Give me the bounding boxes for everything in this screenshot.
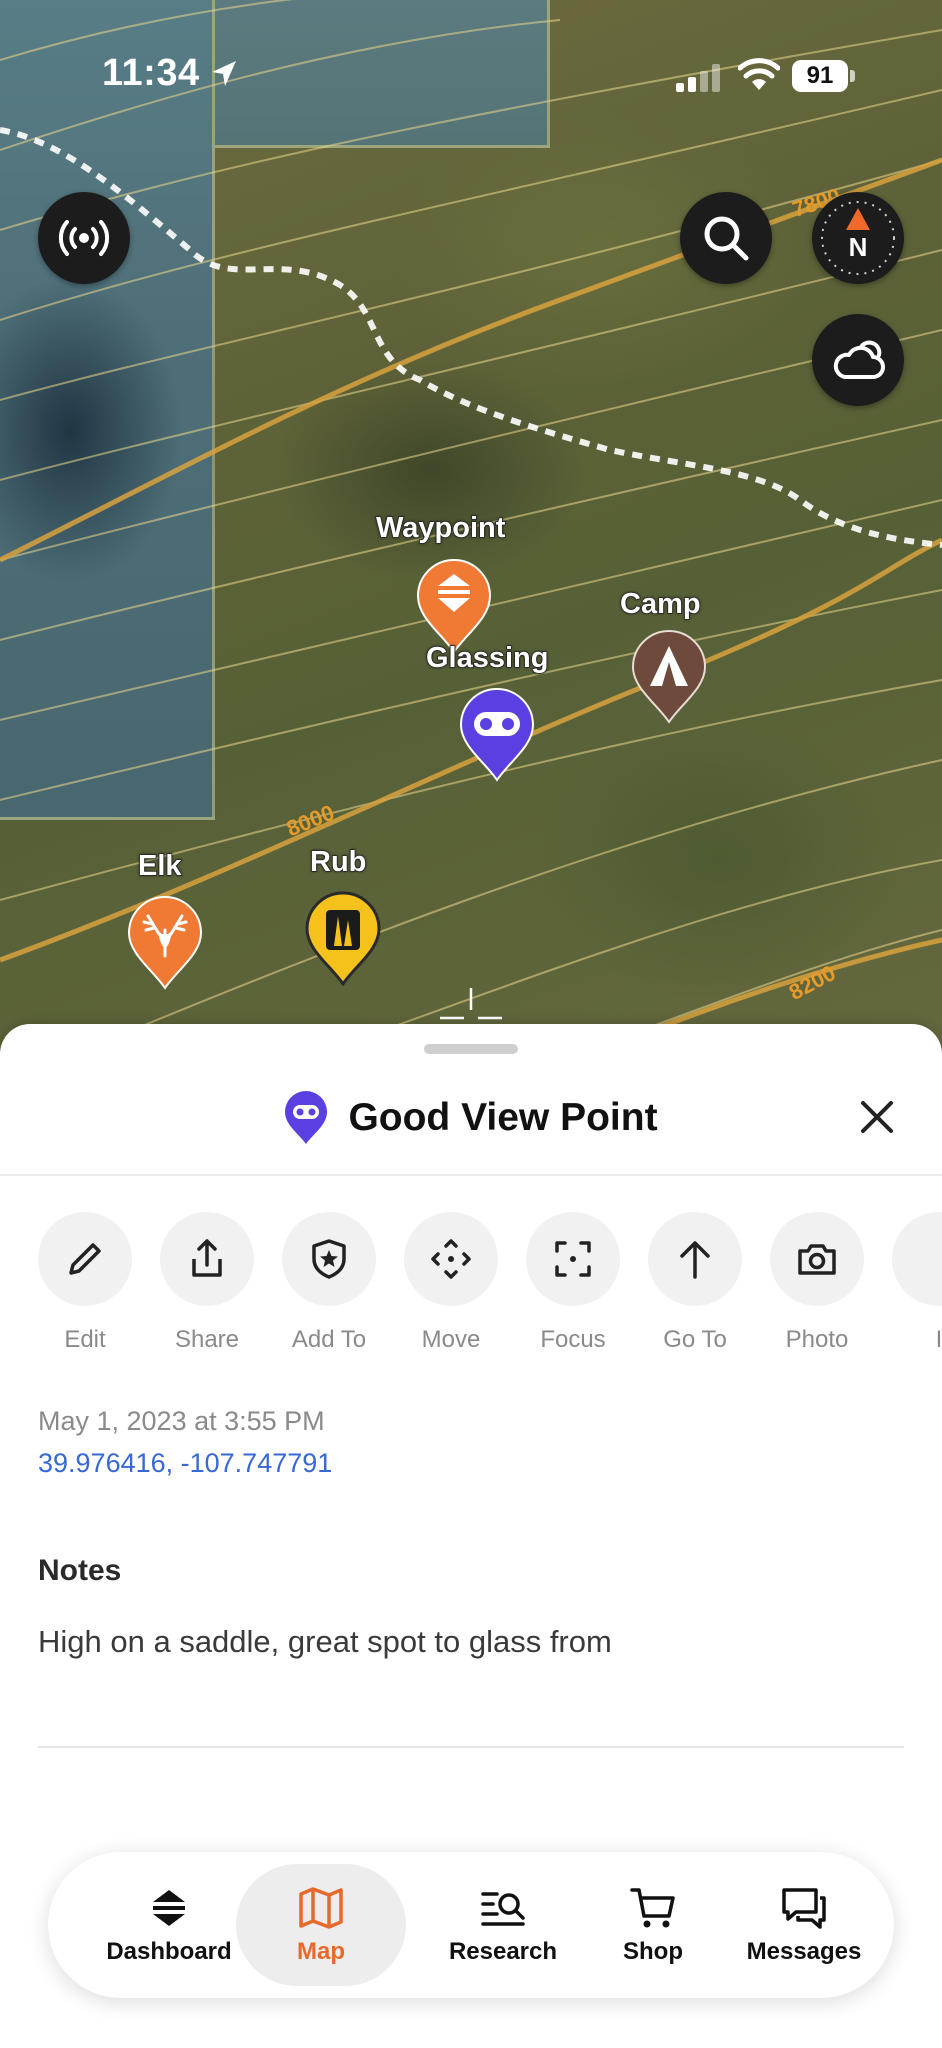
camera-icon [798,1244,836,1275]
crosshair-icon [440,988,502,1020]
pin-label-glassing: Glassing [425,641,549,675]
camp-pin[interactable] [630,628,708,724]
compass-button[interactable]: N [812,192,904,284]
battery-level: 91 [806,62,834,89]
map-icon [299,1887,343,1929]
rub-pin[interactable] [304,890,382,986]
action-label: Edit [64,1326,106,1353]
broadcast-button[interactable] [38,192,130,284]
status-bar: 11:34 91 [0,0,942,150]
edit-button[interactable]: Edit [38,1212,132,1354]
move-button[interactable]: Move [404,1212,498,1354]
divider [0,1174,942,1176]
pin-label-camp: Camp [619,587,701,621]
pin-label-waypoint: Waypoint [375,511,506,545]
wifi-icon [738,58,780,90]
action-label: Go To [663,1326,727,1353]
map-search-button[interactable] [680,192,772,284]
notes-text: High on a saddle, great spot to glass fr… [38,1624,612,1659]
tab-bar: Dashboard Map Research Shop Messages [48,1852,894,1998]
elk-pin[interactable] [126,894,204,990]
action-label: Photo [785,1326,849,1353]
sheet-title: Good View Point [348,1096,658,1139]
waypoint-pin[interactable] [414,556,494,654]
pencil-icon [69,1243,101,1275]
add-to-button[interactable]: Add To [282,1212,376,1354]
glassing-pin[interactable] [458,686,536,782]
pin-label-elk: Elk [137,849,182,883]
arrow-up-icon [680,1241,710,1279]
broadcast-icon [58,220,110,256]
tab-shop[interactable]: Shop [588,1864,718,1986]
notes-heading: Notes [38,1554,122,1587]
compass-north-label: N [849,232,868,262]
messages-icon [782,1888,826,1929]
pin-label-rub: Rub [309,845,367,879]
tab-label: Shop [623,1938,683,1965]
action-label: I [935,1326,942,1353]
tab-messages[interactable]: Messages [726,1864,882,1986]
binoculars-icon [474,712,520,736]
tab-research[interactable]: Research [418,1864,588,1986]
glassing-marker-icon [285,1091,328,1144]
battery-indicator: 91 [792,60,856,92]
divider [38,1746,904,1748]
share-button[interactable]: Share [160,1212,254,1354]
rub-icon [326,910,360,950]
action-label: Focus [540,1326,606,1353]
dashboard-icon [153,1890,185,1926]
sheet-grabber[interactable] [424,1044,518,1054]
tab-label: Map [297,1938,345,1965]
map-view[interactable]: 7800 8000 8200 11:34 91 N Waypoint Camp … [0,0,942,1060]
action-label: Share [174,1326,240,1353]
action-label: Move [421,1326,481,1353]
action-row: Edit Share Add To Move Focus Go To Photo… [38,1212,942,1362]
status-time: 11:34 [102,52,200,94]
location-arrow-icon [212,61,236,86]
tab-label: Research [448,1938,558,1965]
weather-button[interactable] [812,314,904,406]
sheet-header: Good View Point [0,1078,942,1158]
compass-icon: N [821,201,895,275]
share-icon [192,1239,222,1277]
close-button[interactable] [852,1092,902,1142]
go-to-button[interactable]: Go To [648,1212,742,1354]
more-action-button[interactable]: I [892,1212,942,1354]
close-icon [861,1101,893,1133]
waypoint-date: May 1, 2023 at 3:55 PM [38,1406,325,1436]
search-icon [704,216,749,261]
research-icon [481,1892,525,1926]
photo-button[interactable]: Photo [770,1212,864,1354]
shield-star-icon [312,1239,346,1279]
cart-icon [630,1888,675,1928]
focus-icon [555,1241,591,1277]
tab-map[interactable]: Map [236,1864,406,1986]
cloud-sun-icon [833,340,885,379]
waypoint-coordinates[interactable]: 39.976416, -107.747791 [38,1448,332,1479]
action-label: Add To [291,1326,367,1353]
more-icon [892,1212,942,1306]
tab-label: Dashboard [106,1938,232,1965]
tab-label: Messages [746,1938,862,1965]
move-icon [431,1239,471,1279]
cellular-signal-icon [676,64,720,92]
focus-button[interactable]: Focus [526,1212,620,1354]
